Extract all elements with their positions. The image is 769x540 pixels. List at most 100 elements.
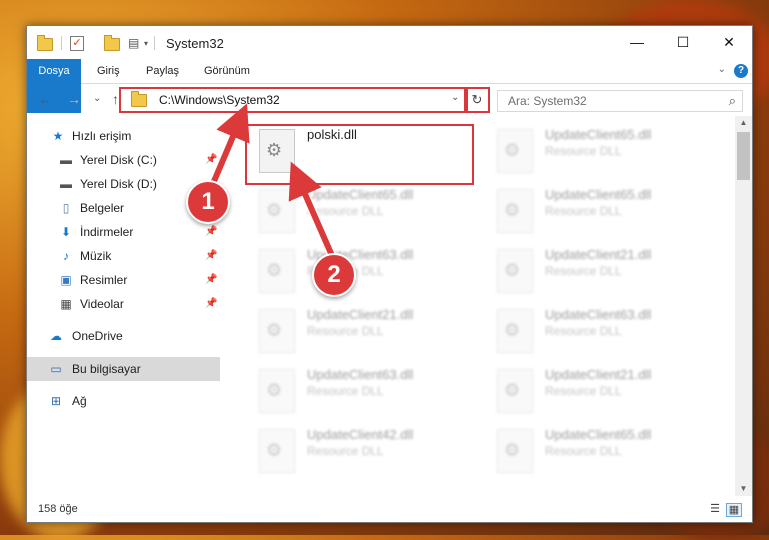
dll-file-icon: ⚙ [497, 429, 533, 473]
address-path: C:\Windows\System32 [159, 93, 280, 107]
pin-icon[interactable]: 📌 [205, 148, 217, 172]
sidebar-item-pictures[interactable]: ▣ Resimler 📌 [27, 268, 220, 292]
help-icon[interactable]: ? [734, 64, 748, 78]
network-icon: ⊞ [50, 394, 62, 408]
file-type: Resource DLL [545, 144, 622, 158]
file-type: Resource DLL [545, 264, 622, 278]
file-name: UpdateClient65.dll [307, 187, 414, 202]
file-type: Resource DLL [307, 204, 384, 218]
file-item[interactable]: ⚙ UpdateClient65.dll Resource DLL [255, 185, 475, 239]
computer-icon: ▭ [50, 362, 62, 376]
scroll-down-icon[interactable]: ▼ [735, 482, 752, 496]
dll-file-icon: ⚙ [497, 309, 533, 353]
dll-file-icon: ⚙ [497, 369, 533, 413]
dll-file-icon: ⚙ [497, 189, 533, 233]
file-item[interactable]: ⚙ UpdateClient63.dll Resource DLL [493, 305, 713, 359]
sidebar-item-downloads[interactable]: ⬇ İndirmeler 📌 [27, 220, 220, 244]
file-item[interactable]: ⚙ UpdateClient63.dll Resource DLL [255, 365, 475, 419]
search-placeholder: Ara: System32 [508, 94, 587, 108]
maximize-button[interactable]: ☐ [660, 26, 706, 59]
file-type: Resource DLL [545, 204, 622, 218]
tab-view[interactable]: Görünüm [204, 59, 250, 83]
toolbar-divider [154, 36, 156, 50]
item-count: 158 öğe [38, 503, 78, 515]
sidebar-item-label: Belgeler [80, 201, 125, 215]
drive-icon: ▬ [60, 177, 72, 191]
dll-file-icon: ⚙ [497, 129, 533, 173]
folder-icon [37, 35, 53, 51]
file-type: Resource DLL [307, 444, 384, 458]
sidebar-item-label: Yerel Disk (C:) [80, 153, 157, 167]
ribbon-expand-icon[interactable]: ⌄ [718, 64, 726, 75]
sidebar-item-this-pc[interactable]: ▭ Bu bilgisayar [27, 357, 220, 381]
pictures-icon: ▣ [60, 273, 72, 287]
callout-badge-1: 1 [186, 180, 230, 224]
recent-locations-button[interactable]: ⌄ [93, 93, 101, 104]
sidebar-item-label: Resimler [80, 273, 128, 287]
pin-icon[interactable]: 📌 [205, 292, 217, 316]
file-explorer-window: ✓ ▤ ▾ System32 — ☐ ✕ Dosya Giriş Paylaş … [26, 25, 753, 523]
chevron-down-icon[interactable]: ⌄ [451, 92, 459, 103]
customize-toolbar-icon[interactable]: ▤ [128, 37, 142, 49]
navigation-bar: ← → ⌄ ↑ C:\Windows\System32 ⌄ ↻ Ara: Sys… [27, 84, 752, 116]
dll-file-icon: ⚙ [259, 309, 295, 353]
file-type: Resource DLL [545, 324, 622, 338]
file-item[interactable]: ⚙ UpdateClient21.dll Resource DLL [255, 305, 475, 359]
back-button[interactable]: ← [38, 91, 52, 107]
properties-check-icon[interactable]: ✓ [70, 35, 84, 51]
toolbar-divider [61, 36, 62, 50]
quick-access-toolbar: ✓ ▤ ▾ [37, 34, 161, 52]
refresh-button[interactable]: ↻ [464, 87, 490, 113]
file-type: Resource DLL [545, 444, 622, 458]
address-bar[interactable]: C:\Windows\System32 ⌄ [119, 87, 468, 113]
pin-icon[interactable]: 📌 [205, 268, 217, 292]
sidebar-item-label: İndirmeler [80, 225, 134, 239]
search-box[interactable]: Ara: System32 ⌕ [497, 90, 743, 112]
large-icons-view-icon[interactable]: ▦ [726, 503, 742, 517]
vertical-scrollbar[interactable]: ▲ ▼ [735, 116, 752, 496]
forward-button[interactable]: → [67, 91, 81, 107]
sidebar-item-quick-access[interactable]: ★ Hızlı erişim [27, 124, 220, 148]
tab-home[interactable]: Giriş [97, 59, 120, 83]
downloads-icon: ⬇ [60, 225, 72, 239]
file-type: Resource DLL [545, 384, 622, 398]
sidebar-item-label: Müzik [80, 249, 112, 263]
file-item[interactable]: ⚙ UpdateClient21.dll Resource DLL [493, 245, 713, 299]
sidebar-item-onedrive[interactable]: ☁ OneDrive [27, 324, 220, 348]
minimize-button[interactable]: — [614, 26, 660, 59]
sidebar-item-videos[interactable]: ▦ Videolar 📌 [27, 292, 220, 316]
file-name: UpdateClient63.dll [307, 367, 414, 382]
dll-file-icon: ⚙ [259, 189, 295, 233]
file-item[interactable]: ⚙ UpdateClient42.dll Resource DLL [255, 425, 475, 479]
status-bar: 158 öğe ☰ ▦ [27, 498, 752, 522]
file-name: UpdateClient65.dll [545, 187, 652, 202]
drive-icon: ▬ [60, 153, 72, 167]
close-button[interactable]: ✕ [706, 26, 752, 59]
file-item[interactable]: ⚙ UpdateClient65.dll Resource DLL [493, 125, 713, 179]
pin-icon[interactable]: 📌 [205, 244, 217, 268]
dll-file-icon: ⚙ [259, 369, 295, 413]
sidebar-item-label: Hızlı erişim [72, 129, 132, 143]
ribbon-tabs: Dosya Giriş Paylaş Görünüm ⌄ ? [27, 59, 752, 113]
file-highlight-box [245, 124, 474, 185]
file-item[interactable]: ⚙ UpdateClient65.dll Resource DLL [493, 185, 713, 239]
documents-icon: ▯ [62, 201, 70, 215]
up-button[interactable]: ↑ [112, 91, 119, 107]
file-item[interactable]: ⚙ UpdateClient21.dll Resource DLL [493, 365, 713, 419]
sidebar-item-local-disk-c[interactable]: ▬ Yerel Disk (C:) 📌 [27, 148, 220, 172]
dll-file-icon: ⚙ [259, 429, 295, 473]
star-icon: ★ [52, 129, 64, 143]
file-name: UpdateClient21.dll [545, 367, 652, 382]
search-icon: ⌕ [728, 93, 736, 108]
chevron-down-icon[interactable]: ▾ [144, 39, 148, 48]
scrollbar-thumb[interactable] [737, 132, 750, 180]
details-view-icon[interactable]: ☰ [708, 503, 722, 515]
file-item[interactable]: ⚙ UpdateClient65.dll Resource DLL [493, 425, 713, 479]
file-item[interactable]: ⚙ UpdateClient63.dll Resource DLL [255, 245, 475, 299]
sidebar-item-network[interactable]: ⊞ Ağ [27, 389, 220, 413]
tab-share[interactable]: Paylaş [146, 59, 179, 83]
new-folder-icon[interactable] [104, 35, 120, 51]
sidebar-item-music[interactable]: ♪ Müzik 📌 [27, 244, 220, 268]
file-name: UpdateClient65.dll [545, 127, 652, 142]
scroll-up-icon[interactable]: ▲ [735, 116, 752, 130]
